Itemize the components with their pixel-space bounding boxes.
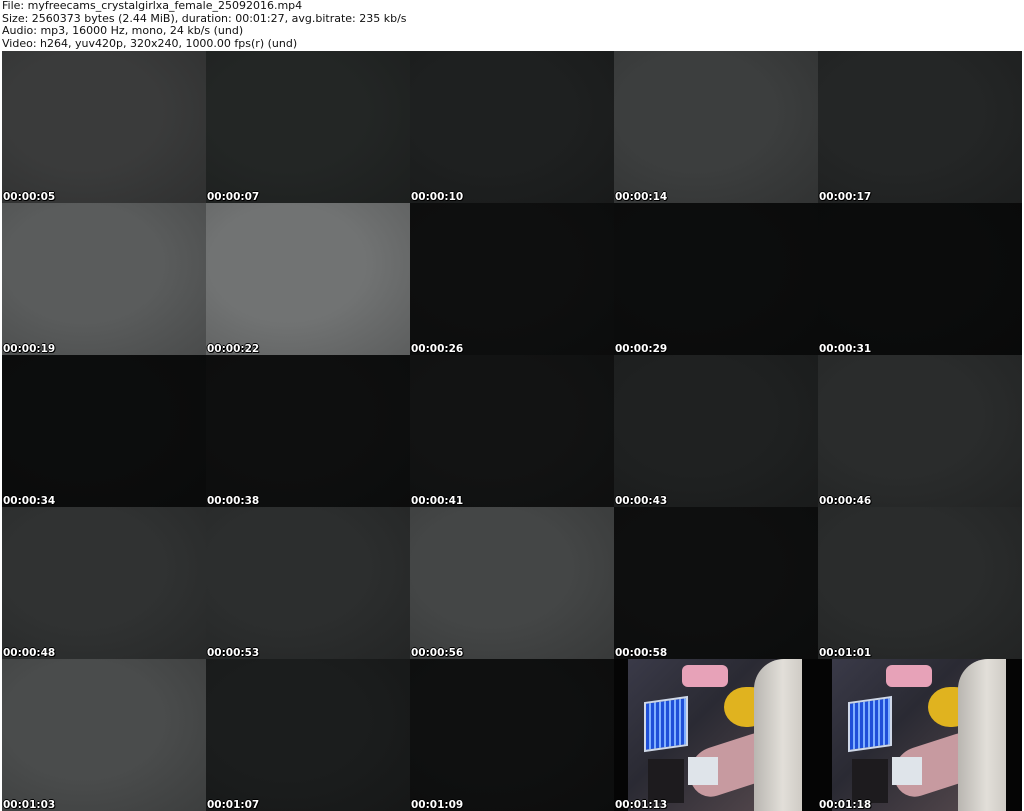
video-frame-image <box>614 659 818 811</box>
timestamp-label: 00:00:19 <box>3 343 56 355</box>
timestamp-label: 00:00:10 <box>411 191 464 203</box>
thumbnail-frame: 00:00:19 <box>2 203 206 355</box>
thumbnail-frame: 00:00:56 <box>410 507 614 659</box>
video-line: Video: h264, yuv420p, 320x240, 1000.00 f… <box>2 36 298 50</box>
thumbnail-frame: 00:00:14 <box>614 51 818 203</box>
timestamp-label: 00:00:17 <box>819 191 872 203</box>
thumbnail-frame: 00:00:48 <box>2 507 206 659</box>
timestamp-label: 00:00:22 <box>207 343 260 355</box>
timestamp-label: 00:01:13 <box>615 799 668 811</box>
thumbnail-frame: 00:00:43 <box>614 355 818 507</box>
timestamp-label: 00:00:34 <box>3 495 56 507</box>
thumbnail-frame: 00:00:10 <box>410 51 614 203</box>
timestamp-label: 00:00:05 <box>3 191 56 203</box>
audio-line: Audio: mp3, 16000 Hz, mono, 24 kb/s (und… <box>2 24 244 37</box>
thumbnail-frame: 00:01:07 <box>206 659 410 811</box>
timestamp-label: 00:01:07 <box>207 799 260 811</box>
timestamp-label: 00:00:07 <box>207 191 260 203</box>
thumbnail-frame: 00:00:29 <box>614 203 818 355</box>
timestamp-label: 00:00:31 <box>819 343 872 355</box>
thumbnail-frame: 00:00:07 <box>206 51 410 203</box>
thumbnail-frame: 00:00:31 <box>818 203 1022 355</box>
thumbnail-frame: 00:00:46 <box>818 355 1022 507</box>
thumbnail-frame: 00:01:18 <box>818 659 1022 811</box>
thumbnail-frame: 00:01:01 <box>818 507 1022 659</box>
thumbnail-frame: 00:01:03 <box>2 659 206 811</box>
timestamp-label: 00:00:14 <box>615 191 668 203</box>
timestamp-label: 00:00:58 <box>615 647 668 659</box>
timestamp-label: 00:00:48 <box>3 647 56 659</box>
timestamp-label: 00:00:38 <box>207 495 260 507</box>
thumbnail-frame: 00:00:34 <box>2 355 206 507</box>
timestamp-label: 00:00:41 <box>411 495 464 507</box>
timestamp-label: 00:00:56 <box>411 647 464 659</box>
timestamp-label: 00:00:43 <box>615 495 668 507</box>
thumbnail-frame: 00:00:38 <box>206 355 410 507</box>
timestamp-label: 00:01:03 <box>3 799 56 811</box>
video-frame-image <box>818 659 1022 811</box>
thumbnail-frame: 00:01:13 <box>614 659 818 811</box>
thumbnail-frame: 00:00:22 <box>206 203 410 355</box>
timestamp-label: 00:00:46 <box>819 495 872 507</box>
timestamp-label: 00:00:26 <box>411 343 464 355</box>
thumbnail-frame: 00:00:05 <box>2 51 206 203</box>
file-name-line: File: myfreecams_crystalgirlxa_female_25… <box>2 0 303 12</box>
thumbnail-frame: 00:00:58 <box>614 507 818 659</box>
timestamp-label: 00:01:01 <box>819 647 872 659</box>
timestamp-label: 00:00:29 <box>615 343 668 355</box>
thumbnail-frame: 00:01:09 <box>410 659 614 811</box>
timestamp-label: 00:01:09 <box>411 799 464 811</box>
info-header: File: myfreecams_crystalgirlxa_female_25… <box>0 0 1024 50</box>
thumbnail-frame: 00:00:17 <box>818 51 1022 203</box>
timestamp-label: 00:00:53 <box>207 647 260 659</box>
thumbnail-frame: 00:00:26 <box>410 203 614 355</box>
thumbnail-frame: 00:00:53 <box>206 507 410 659</box>
timestamp-label: 00:01:18 <box>819 799 872 811</box>
thumbnail-grid: 00:00:05 00:00:07 00:00:10 00:00:14 00:00:17… <box>2 51 1022 811</box>
thumbnail-frame: 00:00:41 <box>410 355 614 507</box>
